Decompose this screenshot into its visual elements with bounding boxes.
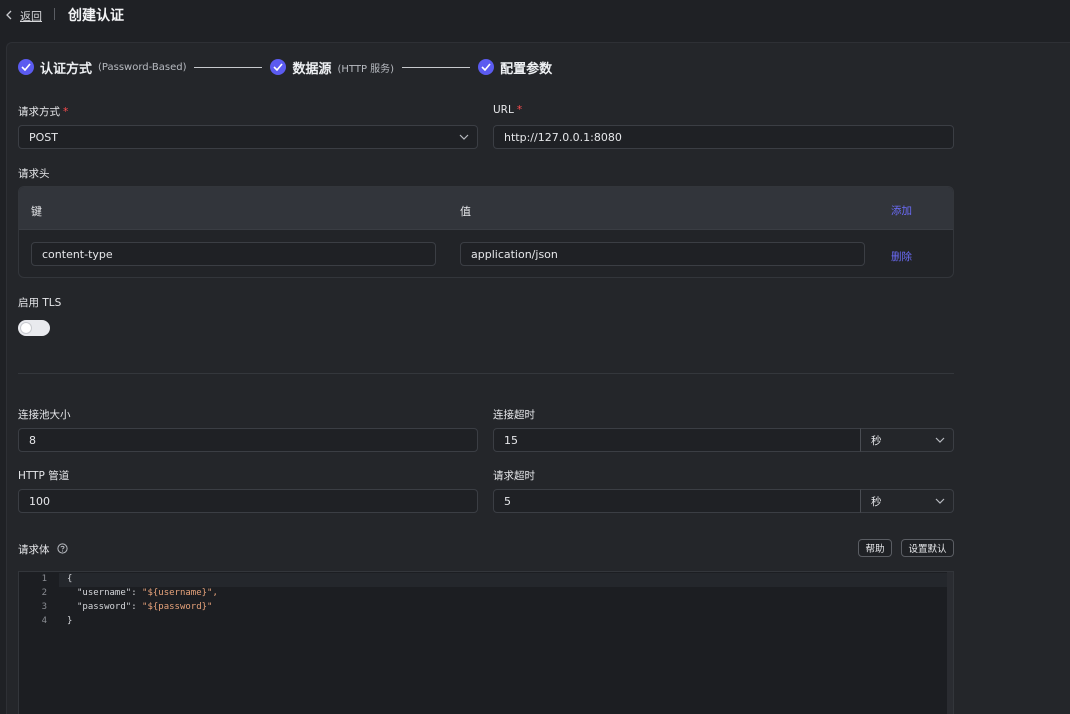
request-timeout-unit-select[interactable]: 秒	[860, 489, 954, 513]
required-mark: *	[63, 106, 69, 118]
code-text: "username": "${username}",	[77, 588, 218, 598]
check-icon	[270, 59, 287, 75]
column-header-value: 值	[460, 205, 471, 218]
http-pipeline-input[interactable]: 100	[18, 489, 478, 513]
section-divider	[18, 373, 954, 374]
step-2-label: 数据源	[292, 61, 332, 77]
connect-timeout-value: 15	[504, 433, 518, 447]
check-icon	[478, 59, 495, 75]
required-mark: *	[516, 104, 523, 116]
help-circle-icon[interactable]	[57, 543, 68, 554]
add-header-button[interactable]: 添加	[891, 203, 912, 218]
pool-size-value: 8	[29, 433, 36, 447]
top-bar: 返回 创建认证	[0, 0, 1070, 30]
json-key: "password"	[77, 602, 132, 612]
editor-scrollbar[interactable]	[947, 572, 953, 714]
http-pipeline-label: HTTP 管道	[18, 470, 70, 482]
body-label: 请求体	[18, 544, 50, 556]
step-connector	[402, 66, 471, 68]
code-text: "password": "${password}"	[77, 602, 213, 612]
request-timeout-unit: 秒	[871, 495, 882, 508]
code-editor[interactable]: 1 { 2 "username": "${username}", 3 "pass…	[18, 571, 954, 714]
connect-timeout-label: 连接超时	[493, 409, 535, 421]
headers-table-header: 键 值 添加	[19, 187, 953, 230]
step-3-label: 配置参数	[500, 61, 553, 77]
step-1-label: 认证方式	[40, 61, 93, 77]
code-line: 2 "username": "${username}",	[19, 588, 953, 602]
method-value: POST	[29, 130, 58, 144]
page-title: 创建认证	[68, 8, 124, 24]
step-2-sub: (HTTP 服务)	[337, 63, 395, 75]
code-line: 3 "password": "${password}"	[19, 602, 953, 616]
tls-label: 启用 TLS	[18, 297, 62, 309]
code-line: 4 }	[19, 616, 953, 630]
line-number: 3	[41, 602, 47, 612]
step-1-sub: (Password-Based)	[98, 61, 187, 73]
connect-timeout-unit-select[interactable]: 秒	[860, 428, 954, 452]
method-select[interactable]: POST	[18, 125, 478, 149]
column-header-key: 键	[31, 205, 42, 218]
code-text: {	[67, 574, 73, 584]
http-pipeline-value: 100	[29, 494, 50, 508]
request-timeout-value: 5	[504, 494, 511, 508]
json-key: "username"	[77, 588, 132, 598]
header-value-input[interactable]: application/json	[460, 242, 865, 266]
chevron-left-icon[interactable]	[5, 10, 13, 20]
chevron-down-icon	[459, 134, 469, 140]
line-number: 4	[41, 616, 47, 626]
url-label: URL *	[493, 104, 522, 116]
step-connector	[194, 66, 263, 68]
headers-table: 键 值 添加 content-type application/json 删除	[18, 186, 954, 278]
url-value: http://127.0.0.1:8080	[504, 130, 622, 144]
stepper: 认证方式 (Password-Based) 数据源 (HTTP 服务) 配置参数	[18, 58, 553, 77]
request-timeout-input[interactable]: 5	[493, 489, 861, 513]
header-value-value: application/json	[471, 247, 558, 261]
chevron-down-icon	[935, 437, 945, 443]
help-button[interactable]: 帮助	[858, 539, 892, 557]
toggle-knob	[21, 323, 31, 333]
json-string: "${username}",	[142, 588, 218, 598]
line-number: 1	[41, 574, 47, 584]
tls-toggle[interactable]	[18, 320, 50, 336]
json-string: "${password}"	[142, 602, 213, 612]
url-label-text: URL	[493, 104, 514, 116]
pool-size-label: 连接池大小	[18, 409, 71, 421]
request-timeout-label: 请求超时	[493, 470, 535, 482]
delete-header-button[interactable]: 删除	[891, 249, 912, 264]
set-default-button[interactable]: 设置默认	[901, 539, 954, 557]
url-input[interactable]: http://127.0.0.1:8080	[493, 125, 954, 149]
headers-label: 请求头	[18, 168, 50, 180]
code-text: }	[67, 616, 73, 626]
divider	[54, 8, 55, 20]
line-number: 2	[41, 588, 47, 598]
check-icon	[18, 59, 34, 75]
chevron-down-icon	[935, 498, 945, 504]
connect-timeout-unit: 秒	[871, 434, 882, 447]
connect-timeout-input[interactable]: 15	[493, 428, 861, 452]
back-link[interactable]: 返回	[20, 8, 42, 24]
method-label: 请求方式 *	[18, 104, 68, 119]
header-key-input[interactable]: content-type	[31, 242, 436, 266]
code-line: 1 {	[19, 574, 953, 588]
method-label-text: 请求方式	[18, 106, 60, 118]
pool-size-input[interactable]: 8	[18, 428, 478, 452]
header-key-value: content-type	[42, 247, 113, 261]
